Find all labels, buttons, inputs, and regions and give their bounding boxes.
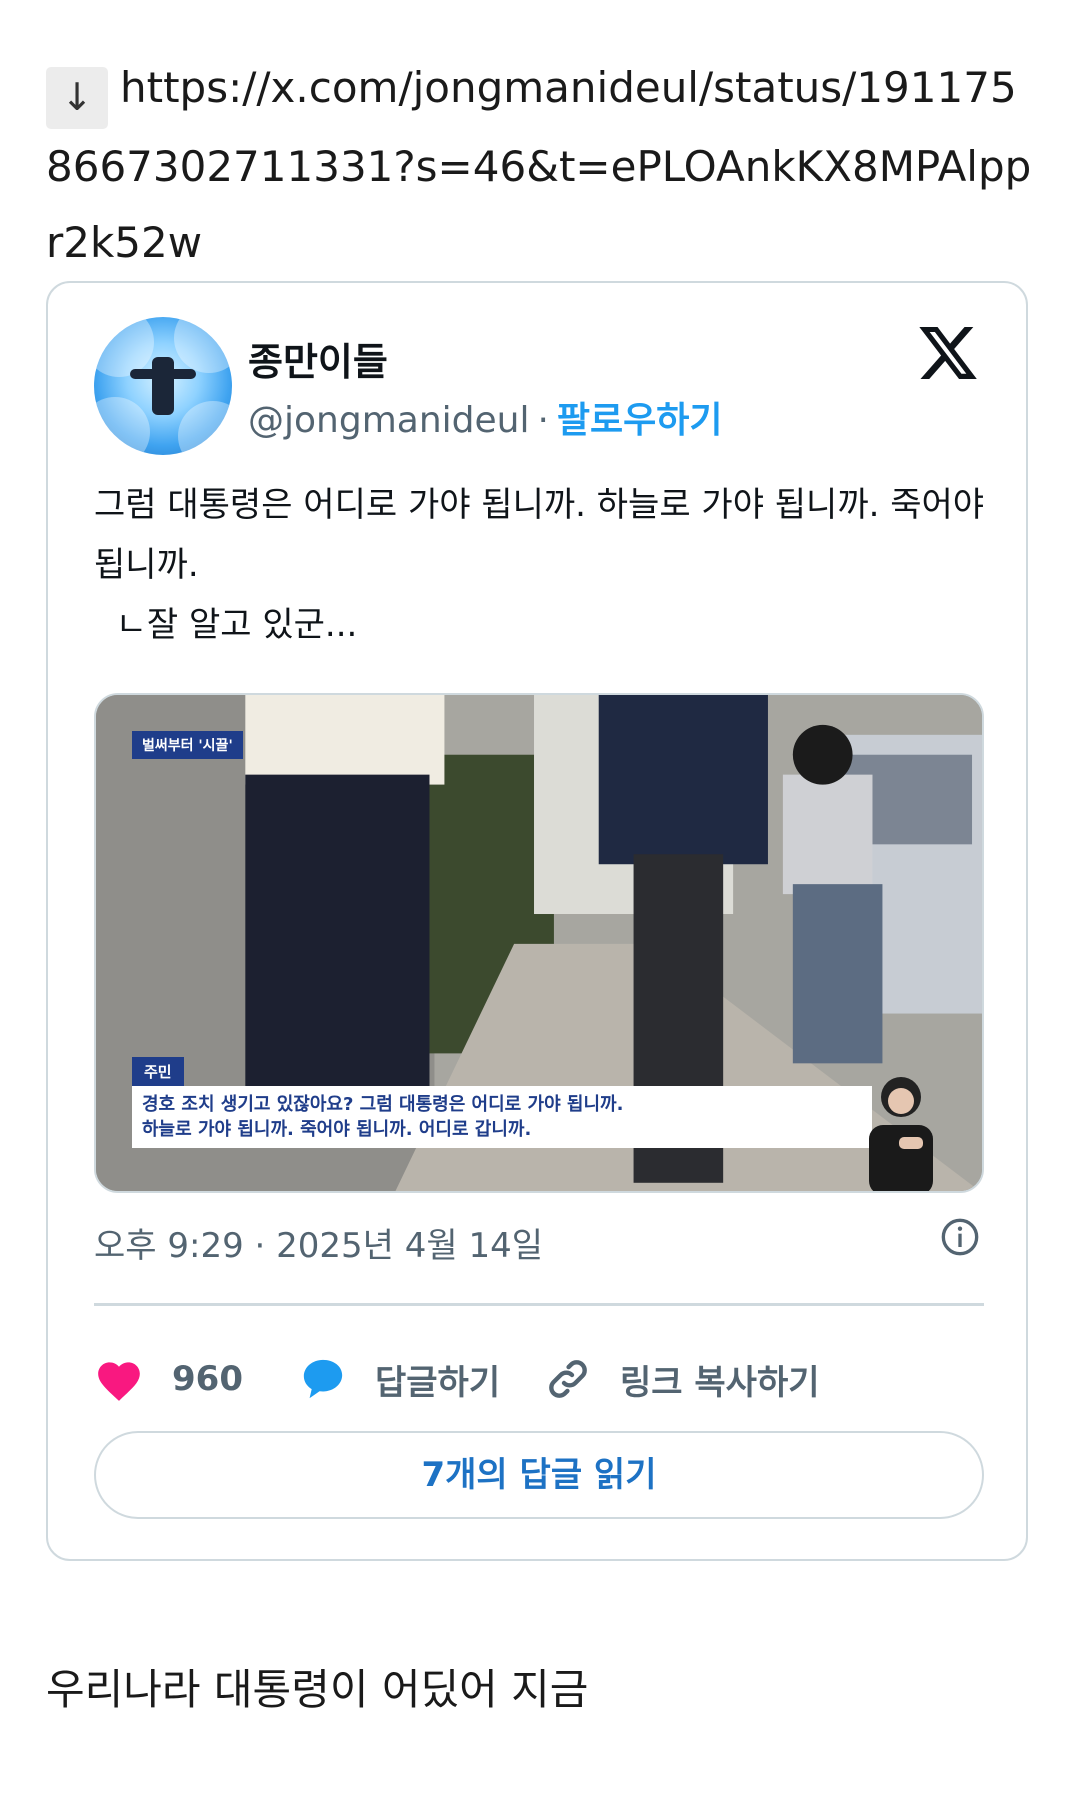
subtitle-line-1: 경호 조치 생기고 있잖아요? 그럼 대통령은 어디로 가야 됩니까. — [142, 1094, 624, 1115]
speaker-label: 주민 — [132, 1057, 184, 1086]
tweet-link[interactable]: ↓ https://x.com/jongmanideul/status/19117… — [46, 50, 1036, 281]
tweet-timestamp[interactable]: 오후 9:29 · 2025년 4월 14일 — [94, 1218, 543, 1267]
author-handle-row: @jongmanideul · 팔로우하기 — [248, 391, 723, 443]
tweet-embed-card[interactable]: 종만이들 @jongmanideul · 팔로우하기 그럼 대통령은 어디로 가야 … — [46, 281, 1028, 1561]
tweet-url[interactable]: https://x.com/jongmanideul/status/191175… — [46, 63, 1031, 267]
reply-label: 답글하기 — [375, 1362, 501, 1403]
news-tag: 벌써부터 '시끌' — [132, 731, 243, 759]
post-body-text: 우리나라 대통령이 어딨어 지금 — [46, 1665, 589, 1714]
info-icon[interactable] — [940, 1217, 980, 1257]
download-arrow-icon: ↓ — [46, 67, 108, 129]
video-subtitle: 경호 조치 생기고 있잖아요? 그럼 대통령은 어디로 가야 됩니까. 하늘로 … — [132, 1086, 872, 1148]
read-replies-button[interactable]: 7개의 답글 읽기 — [94, 1431, 984, 1519]
copy-link-label: 링크 복사하기 — [620, 1362, 820, 1403]
tweet-text: 그럼 대통령은 어디로 가야 됩니까. 하늘로 가야 됩니까. 죽어야 됩니까.… — [94, 485, 985, 645]
reply-button[interactable]: 답글하기 — [299, 1343, 500, 1415]
sign-language-interpreter — [869, 1077, 933, 1191]
divider — [94, 1303, 984, 1306]
avatar[interactable] — [94, 317, 232, 455]
tweet-media-video[interactable]: 벌써부터 '시끌' 주민 경호 조치 생기고 있잖아요? 그럼 대통령은 어디로… — [94, 693, 984, 1193]
author-handle[interactable]: @jongmanideul — [248, 400, 529, 441]
author-name[interactable]: 종만이들 — [248, 331, 388, 386]
separator: · — [537, 400, 549, 441]
speech-bubble-icon — [303, 1359, 343, 1399]
subtitle-line-2: 하늘로 가야 됩니까. 죽어야 됩니까. 어디로 갑니까. — [142, 1119, 532, 1140]
like-count: 960 — [172, 1359, 243, 1399]
copy-link-button[interactable]: 링크 복사하기 — [544, 1343, 820, 1415]
tweet-actions: 960 답글하기 링크 복사하기 — [94, 1343, 984, 1415]
follow-button[interactable]: 팔로우하기 — [557, 400, 723, 441]
link-icon — [549, 1360, 587, 1398]
like-button[interactable]: 960 — [94, 1343, 243, 1415]
x-logo-icon[interactable] — [916, 321, 980, 385]
heart-icon — [98, 1362, 140, 1401]
